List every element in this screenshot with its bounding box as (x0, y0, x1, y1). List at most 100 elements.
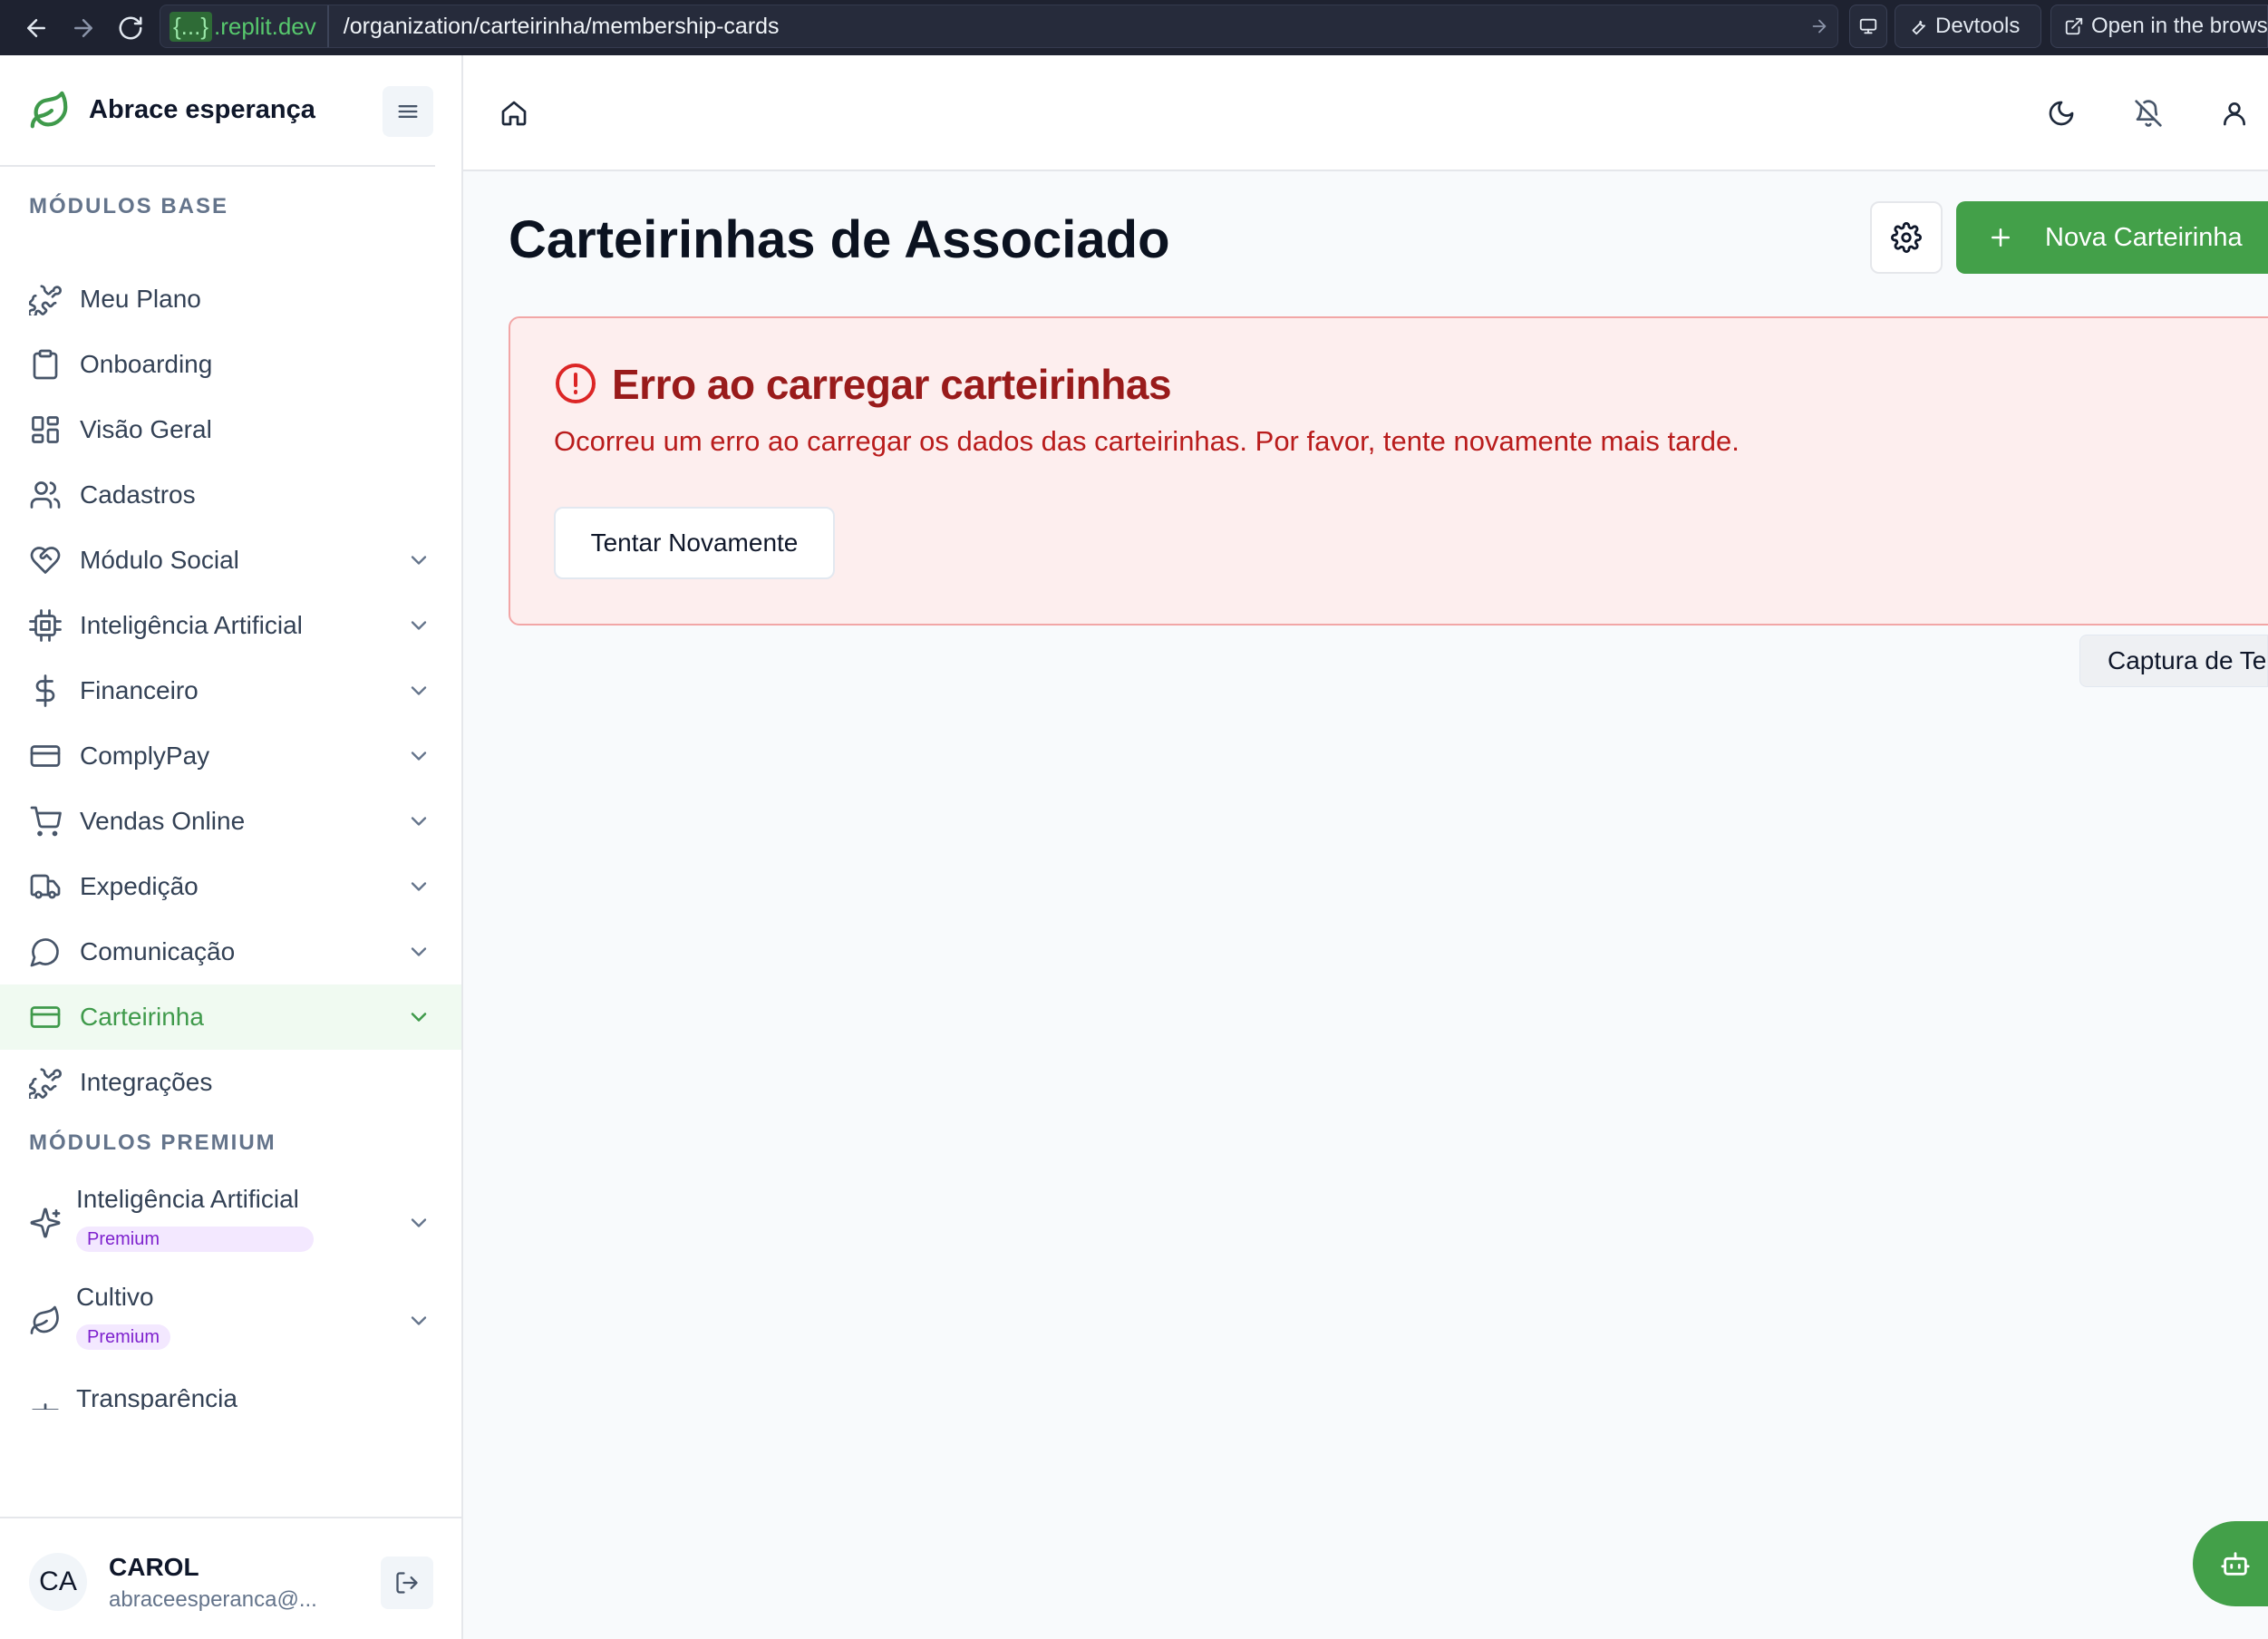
new-card-label: Nova Carteirinha (2045, 222, 2243, 252)
theme-toggle-button[interactable] (2041, 93, 2081, 133)
sidebar-item-premium-cultivo[interactable]: Cultivo Premium (0, 1274, 461, 1364)
puzzle-icon (29, 1068, 62, 1099)
screen-capture-tab[interactable]: Captura de Te (2079, 635, 2268, 687)
logout-icon (396, 1572, 418, 1594)
chevron-down-icon (411, 817, 427, 826)
external-link-icon (2065, 17, 2083, 35)
sidebar-item-onboarding[interactable]: Onboarding (0, 332, 461, 397)
premium-badge: Premium (76, 1227, 314, 1252)
error-title: Erro ao carregar carteirinhas (612, 361, 1172, 408)
url-path[interactable]: /organization/carteirinha/membership-car… (329, 14, 1801, 40)
assistant-fab-button[interactable] (2193, 1521, 2268, 1606)
devtools-label: Devtools (1935, 14, 2021, 38)
sidebar-item-label: Meu Plano (80, 285, 201, 313)
reload-icon (119, 16, 142, 39)
sidebar-item-label: Integrações (80, 1068, 213, 1096)
home-button[interactable] (494, 93, 534, 133)
topbar (463, 55, 2268, 171)
url-go-icon[interactable] (1801, 16, 1837, 36)
url-domain-braces: {...} (170, 11, 213, 42)
sidebar-item-comunicacao[interactable]: Comunicação (0, 919, 461, 984)
sidebar-item-complypay[interactable]: ComplyPay (0, 723, 461, 789)
chevron-down-icon (411, 1316, 427, 1325)
forward-button[interactable] (60, 5, 107, 52)
credit-card-icon (30, 745, 61, 767)
leaf-logo-icon (30, 91, 68, 128)
sidebar-item-expedicao[interactable]: Expedição (0, 854, 461, 919)
user-icon (2224, 102, 2245, 126)
sidebar-item-modulo-social[interactable]: Módulo Social (0, 528, 461, 593)
section-title-base: MÓDULOS BASE (29, 194, 229, 218)
sidebar-item-cadastros[interactable]: Cadastros (0, 462, 461, 528)
open-in-browser-button[interactable]: Open in the brows (2050, 5, 2268, 48)
sidebar-item-label: Inteligência Artificial (76, 1185, 299, 1213)
main-content: Carteirinhas de Associado Nova Carteirin… (463, 171, 2268, 1639)
chevron-down-icon (411, 1218, 427, 1227)
sidebar-item-integracoes[interactable]: Integrações (0, 1050, 461, 1115)
devtools-button[interactable]: Devtools (1895, 5, 2041, 48)
users-icon (30, 481, 61, 509)
settings-button[interactable] (1870, 201, 1943, 274)
sidebar-item-label: Cultivo (76, 1283, 154, 1311)
sidebar-item-visao-geral[interactable]: Visão Geral (0, 397, 461, 462)
menu-icon (398, 105, 418, 118)
wrench-icon (1912, 20, 1925, 35)
retry-button[interactable]: Tentar Novamente (554, 507, 835, 579)
avatar[interactable]: CA (29, 1553, 87, 1611)
url-domain: {...} .replit.dev (160, 5, 329, 47)
url-bar[interactable]: {...} .replit.dev /organization/carteirin… (160, 5, 1838, 48)
sidebar-item-vendas-online[interactable]: Vendas Online (0, 789, 461, 854)
sidebar-item-label: Cadastros (80, 480, 196, 509)
sidebar-item-label: Carteirinha (80, 1003, 204, 1031)
page-title: Carteirinhas de Associado (509, 210, 1170, 269)
sidebar-toggle-button[interactable] (383, 86, 433, 137)
chevron-down-icon (411, 686, 427, 695)
open-in-browser-label: Open in the brows (2091, 14, 2268, 38)
new-card-button[interactable]: Nova Carteirinha (1956, 201, 2268, 274)
sidebar-item-carteirinha[interactable]: Carteirinha (0, 984, 461, 1050)
error-message: Ocorreu um erro ao carregar os dados das… (554, 425, 1740, 457)
user-menu-button[interactable] (2215, 93, 2254, 133)
leaf-icon (30, 1305, 59, 1334)
chevron-down-icon (411, 621, 427, 630)
sidebar-item-label: Visão Geral (80, 415, 212, 443)
sidebar-item-label: Vendas Online (80, 807, 246, 835)
sidebar-item-financeiro[interactable]: Financeiro (0, 658, 461, 723)
alert-circle-icon (556, 364, 596, 403)
truck-icon (30, 874, 61, 899)
premium-badge: Premium (76, 1324, 171, 1350)
screen-toggle-button[interactable] (1849, 5, 1887, 48)
arrow-right-icon (74, 18, 92, 37)
chevron-down-icon (411, 882, 427, 891)
moon-icon (2049, 101, 2074, 126)
sidebar-item-label: ComplyPay (80, 742, 210, 770)
reload-button[interactable] (107, 5, 154, 52)
notifications-button[interactable] (2128, 93, 2168, 133)
user-panel: CA CAROL abraceesperanca@... (0, 1517, 461, 1639)
sparkles-icon (30, 1207, 61, 1238)
plus-icon (1992, 228, 2010, 247)
sidebar-item-label: Onboarding (80, 350, 213, 378)
back-button[interactable] (13, 5, 60, 52)
sidebar-item-label: Comunicação (80, 937, 236, 965)
sidebar-item-premium-ia[interactable]: Inteligência Artificial Premium (0, 1176, 461, 1266)
cart-icon (30, 806, 62, 837)
bot-icon (2221, 1552, 2250, 1576)
bell-off-icon (2135, 100, 2162, 127)
chat-icon (30, 938, 59, 967)
sidebar-item-label: Inteligência Artificial (80, 611, 303, 639)
logout-button[interactable] (381, 1557, 433, 1609)
sidebar-item-label: Expedição (80, 872, 199, 900)
chevron-down-icon (411, 556, 427, 565)
sidebar-item-meu-plano[interactable]: Meu Plano (0, 267, 461, 332)
url-domain-text: .replit.dev (214, 12, 316, 40)
chevron-down-icon (411, 947, 427, 956)
sidebar-item-inteligencia-artificial[interactable]: Inteligência Artificial (0, 593, 461, 658)
monitor-icon (1859, 18, 1877, 34)
browser-toolbar: {...} .replit.dev /organization/carteirin… (0, 0, 2268, 55)
scale-icon (32, 1403, 59, 1410)
gear-icon (1891, 222, 1922, 253)
sidebar-item-transparencia[interactable]: Transparência (0, 1379, 461, 1410)
puzzle-icon (29, 285, 62, 315)
chevron-down-icon (411, 1013, 427, 1022)
